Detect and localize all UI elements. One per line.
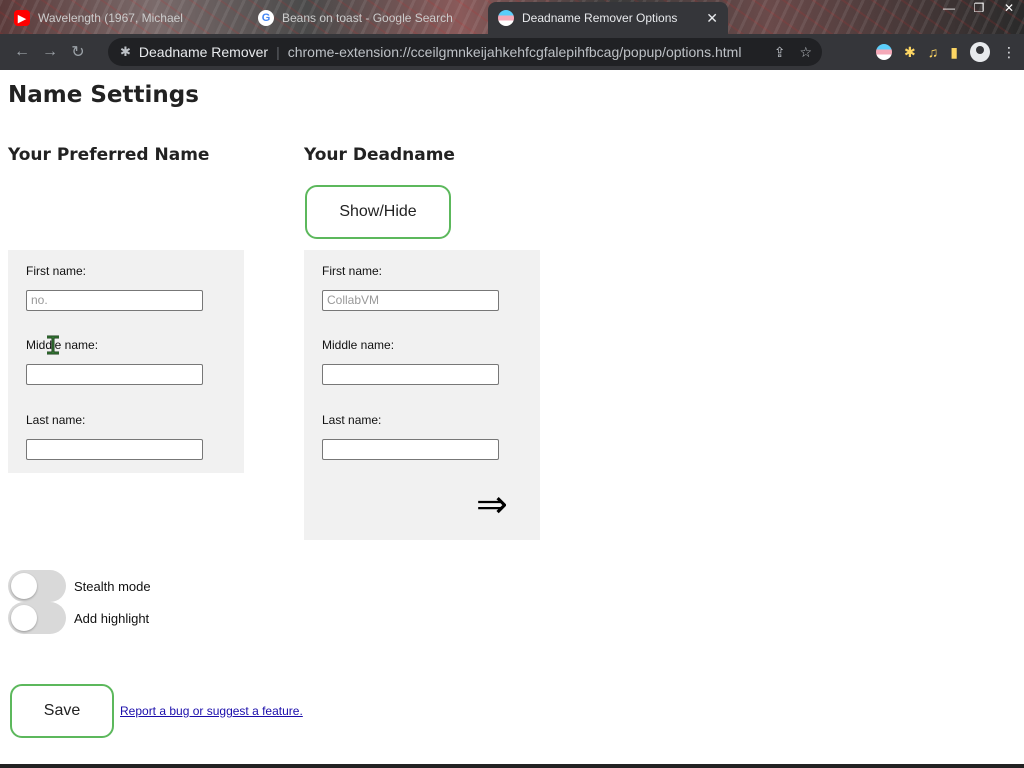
tab-google[interactable]: G Beans on toast - Google Search [248,2,484,34]
preferred-first-input[interactable]: no. [26,290,203,311]
url-text: chrome-extension://cceilgmnkeijahkehfcgf… [287,44,742,60]
reload-icon[interactable]: ↻ [64,42,92,62]
tab-strip: ▶ Wavelength (1967, Michael G Beans on t… [0,0,1024,34]
deadname-first-input[interactable]: CollabVM [322,290,499,311]
extension-icon: ✱ [120,44,131,59]
toggle-knob [11,605,37,631]
star-icon[interactable]: ☆ [799,44,812,61]
options-page: Name Settings Your Preferred Name Your D… [0,70,1024,764]
close-window-icon[interactable]: ✕ [994,0,1024,18]
deadname-heading: Your Deadname [304,145,455,165]
media-icon[interactable]: ♫ [928,44,939,60]
browser-toolbar: ← → ↻ ✱ Deadname Remover | chrome-extens… [0,34,1024,70]
add-highlight-toggle[interactable] [8,602,66,634]
side-panel-icon[interactable]: ▮ [950,44,958,61]
tab-title: Beans on toast - Google Search [282,11,453,25]
deadname-middle-input[interactable] [322,364,499,385]
address-bar[interactable]: ✱ Deadname Remover | chrome-extension://… [108,38,822,66]
profile-avatar[interactable] [970,42,990,62]
restore-icon[interactable]: ❐ [964,0,994,18]
toggle-knob [11,573,37,599]
deadname-extension-icon[interactable] [876,44,893,60]
close-tab-icon[interactable]: ✕ [706,10,718,27]
text-cursor-icon [47,335,59,355]
deadname-middle-label: Middle name: [322,338,395,352]
add-highlight-label: Add highlight [74,611,150,626]
extension-toolbar: ✱ ♫ ▮ ⋮ [876,42,1016,62]
stealth-mode-toggle[interactable] [8,570,66,602]
stealth-mode-label: Stealth mode [74,579,151,594]
separator: | [276,44,280,60]
preferred-middle-input[interactable] [26,364,203,385]
back-icon[interactable]: ← [8,43,36,61]
bottom-edge [0,764,1024,768]
deadname-last-label: Last name: [322,413,382,427]
menu-icon[interactable]: ⋮ [1002,44,1016,61]
window-controls: — ❐ ✕ [934,0,1024,18]
puzzle-icon[interactable]: ✱ [904,44,916,61]
report-bug-link[interactable]: Report a bug or suggest a feature. [120,704,303,718]
save-button[interactable]: Save [10,684,114,738]
tab-title: Deadname Remover Options [522,11,678,25]
google-icon: G [258,10,274,26]
forward-icon[interactable]: → [36,43,64,61]
minimize-icon[interactable]: — [934,0,964,18]
site-name: Deadname Remover [138,44,269,60]
show-hide-button[interactable]: Show/Hide [305,185,451,239]
share-icon[interactable]: ⇪ [774,44,786,61]
arrow-icon[interactable]: ⇒ [476,486,508,524]
deadname-first-label: First name: [322,264,383,278]
preferred-name-heading: Your Preferred Name [8,145,210,165]
tab-title: Wavelength (1967, Michael [38,11,183,25]
preferred-last-label: Last name: [26,413,86,427]
deadname-last-input[interactable] [322,439,499,460]
preferred-last-input[interactable] [26,439,203,460]
page-title: Name Settings [8,82,199,108]
deadname-panel: First name: CollabVM Middle name: Last n… [304,250,540,540]
preferred-first-label: First name: [26,264,87,278]
preferred-name-panel: First name: no. Middle name: Last name: [8,250,244,473]
tab-deadname-options[interactable]: Deadname Remover Options ✕ [488,2,728,34]
trans-flag-icon [498,10,514,26]
tab-youtube[interactable]: ▶ Wavelength (1967, Michael [4,2,244,34]
youtube-icon: ▶ [14,10,30,26]
